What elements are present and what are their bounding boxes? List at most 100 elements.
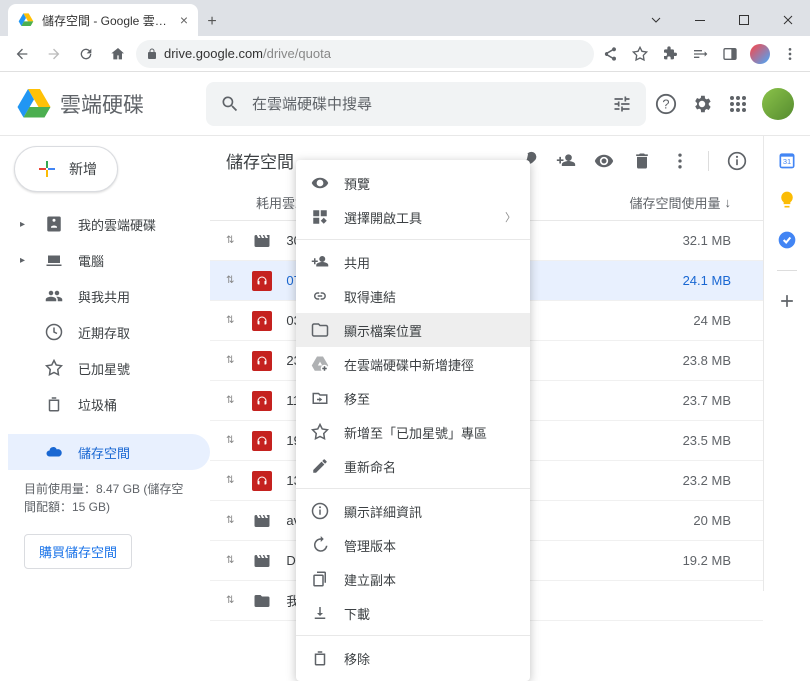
tune-icon[interactable] [612, 94, 632, 114]
ctx-rename[interactable]: 重新命名 [296, 449, 530, 483]
sidebar-label: 我的雲端硬碟 [78, 215, 156, 234]
file-size: 23.8 MB [607, 353, 747, 368]
move-icon [310, 389, 330, 407]
chevron-right-icon: 〉 [505, 209, 516, 225]
more-icon[interactable] [670, 151, 690, 171]
apps-grid-icon[interactable] [726, 92, 750, 116]
calendar-icon[interactable]: 31 [777, 150, 797, 170]
url-domain: drive.google.com [164, 46, 263, 61]
ctx-label: 下載 [344, 604, 370, 623]
sidepanelext-icon[interactable] [718, 42, 742, 66]
file-size: 24 MB [607, 313, 747, 328]
sidebar-item-0[interactable]: ▸我的雲端硬碟 [8, 206, 210, 242]
ctx-label: 建立副本 [344, 570, 396, 589]
share-icon[interactable] [598, 42, 622, 66]
maximize-button[interactable] [722, 4, 766, 36]
help-icon[interactable]: ? [654, 92, 678, 116]
addons-plus-icon[interactable] [777, 291, 797, 311]
info-icon[interactable] [708, 151, 747, 171]
svg-text:31: 31 [783, 157, 791, 166]
sidebar-item-1[interactable]: ▸電腦 [8, 242, 210, 278]
ctx-trash[interactable]: 移除 [296, 641, 530, 675]
nav-icon [44, 395, 64, 413]
new-tab-button[interactable]: + [198, 8, 226, 36]
audio-icon [252, 471, 272, 491]
window-titlebar: 儲存空間 - Google 雲端硬碟 × + [0, 0, 810, 36]
ctx-person-add[interactable]: 共用 [296, 245, 530, 279]
preview-icon[interactable] [594, 151, 614, 171]
drag-icon: ⇅ [226, 555, 234, 566]
sidebar-label: 近期存取 [78, 323, 130, 342]
video-icon [252, 551, 272, 571]
drag-icon: ⇅ [226, 595, 234, 606]
ctx-apps[interactable]: 選擇開啟工具〉 [296, 200, 530, 234]
new-label: 新增 [69, 159, 97, 179]
ctx-label: 在雲端硬碟中新增捷徑 [344, 355, 474, 374]
rename-icon [310, 457, 330, 475]
nav-icon [44, 251, 64, 269]
ctx-label: 取得連結 [344, 287, 396, 306]
menu-icon[interactable] [778, 42, 802, 66]
back-button[interactable] [8, 40, 36, 68]
new-button[interactable]: 新增 [14, 146, 118, 192]
sidebar: 新增 ▸我的雲端硬碟▸電腦與我共用近期存取已加星號垃圾桶儲存空間 目前使用量：8… [0, 136, 210, 591]
minimize-button[interactable] [678, 4, 722, 36]
ctx-eye[interactable]: 預覽 [296, 166, 530, 200]
drag-icon: ⇅ [226, 395, 234, 406]
sidebar-label: 與我共用 [78, 287, 130, 306]
svg-text:?: ? [662, 96, 669, 111]
plus-icon [35, 157, 59, 181]
avatar[interactable] [762, 88, 794, 120]
file-size: 19.2 MB [607, 553, 747, 568]
drive-logo[interactable]: 雲端硬碟 [16, 86, 206, 122]
ctx-star[interactable]: 新增至「已加星號」專區 [296, 415, 530, 449]
ctx-drive-add[interactable]: 在雲端硬碟中新增捷徑 [296, 347, 530, 381]
search-box[interactable]: 在雲端硬碟中搜尋 [206, 82, 646, 126]
forward-button[interactable] [40, 40, 68, 68]
home-button[interactable] [104, 40, 132, 68]
browser-tab[interactable]: 儲存空間 - Google 雲端硬碟 × [8, 4, 198, 36]
file-size: 20 MB [607, 513, 747, 528]
file-size: 32.1 MB [607, 233, 747, 248]
sidebar-label: 已加星號 [78, 359, 130, 378]
keep-icon[interactable] [777, 190, 797, 210]
sidebar-item-3[interactable]: 近期存取 [8, 314, 210, 350]
dropdown-icon[interactable] [634, 4, 678, 36]
sidebar-item-4[interactable]: 已加星號 [8, 350, 210, 386]
trash-icon [310, 649, 330, 667]
settings-icon[interactable] [690, 92, 714, 116]
reload-button[interactable] [72, 40, 100, 68]
ctx-info[interactable]: 顯示詳細資訊 [296, 494, 530, 528]
tab-title: 儲存空間 - Google 雲端硬碟 [42, 12, 174, 29]
url-input[interactable]: drive.google.com/drive/quota [136, 40, 594, 68]
window-controls [634, 4, 810, 36]
drag-icon: ⇅ [226, 275, 234, 286]
tasks-icon[interactable] [777, 230, 797, 250]
ctx-label: 重新命名 [344, 457, 396, 476]
ctx-label: 新增至「已加星號」專區 [344, 423, 487, 442]
sidebar-label: 電腦 [78, 251, 104, 270]
ctx-link[interactable]: 取得連結 [296, 279, 530, 313]
buy-storage-button[interactable]: 購買儲存空間 [24, 534, 132, 569]
drag-icon: ⇅ [226, 475, 234, 486]
audio-icon [252, 391, 272, 411]
close-button[interactable] [766, 4, 810, 36]
sidebar-item-2[interactable]: 與我共用 [8, 278, 210, 314]
nav-icon [44, 323, 64, 341]
ctx-download[interactable]: 下載 [296, 596, 530, 630]
ctx-move[interactable]: 移至 [296, 381, 530, 415]
link-icon [310, 287, 330, 305]
ctx-folder[interactable]: 顯示檔案位置 [296, 313, 530, 347]
sidebar-item-6[interactable]: 儲存空間 [8, 434, 210, 470]
profile-icon[interactable] [748, 42, 772, 66]
trash-icon[interactable] [632, 151, 652, 171]
tab-close-icon[interactable]: × [180, 12, 188, 28]
ctx-history[interactable]: 管理版本 [296, 528, 530, 562]
reading-list-icon[interactable] [688, 42, 712, 66]
extensions-icon[interactable] [658, 42, 682, 66]
col-size-header[interactable]: 儲存空間使用量 ↓ [607, 193, 747, 212]
sidebar-item-5[interactable]: 垃圾桶 [8, 386, 210, 422]
bookmark-icon[interactable] [628, 42, 652, 66]
drag-icon: ⇅ [226, 515, 234, 526]
personadd-icon[interactable] [556, 151, 576, 171]
